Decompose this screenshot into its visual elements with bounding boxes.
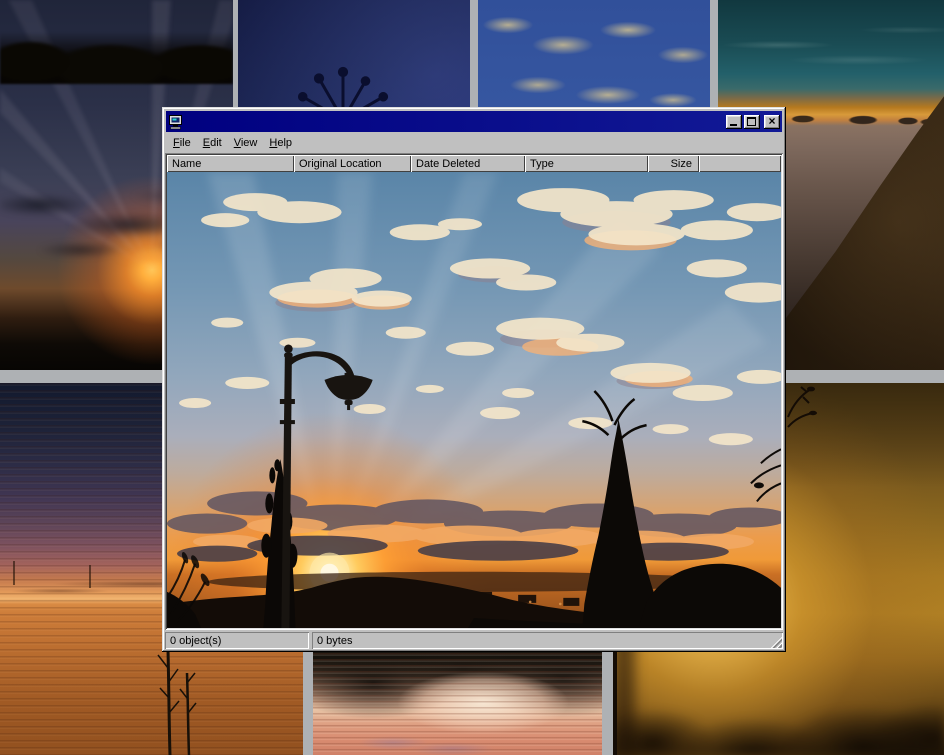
status-bar: 0 object(s) 0 bytes <box>165 632 783 649</box>
minimize-icon <box>730 124 737 126</box>
computer-icon[interactable] <box>168 114 184 130</box>
status-objects: 0 object(s) <box>165 632 309 649</box>
menu-file[interactable]: File <box>167 135 197 151</box>
column-header-date-deleted[interactable]: Date Deleted <box>411 155 525 172</box>
status-size-text: 0 bytes <box>317 635 352 647</box>
list-view-area[interactable] <box>167 172 781 628</box>
menu-view[interactable]: View <box>228 135 264 151</box>
column-header-type[interactable]: Type <box>525 155 648 172</box>
recycle-bin-window: × File Edit View Help Name Original Loca… <box>162 107 786 652</box>
column-header-original-location[interactable]: Original Location <box>294 155 411 172</box>
column-header-filler <box>699 155 781 172</box>
close-icon: × <box>764 115 780 129</box>
column-header-row: Name Original Location Date Deleted Type… <box>167 155 781 172</box>
desktop-background: × File Edit View Help Name Original Loca… <box>0 0 944 755</box>
maximize-icon <box>747 117 756 126</box>
tree-silhouettes-overlay <box>0 0 233 84</box>
menu-help[interactable]: Help <box>263 135 298 151</box>
resize-grip[interactable] <box>770 636 782 648</box>
column-header-name[interactable]: Name <box>167 155 294 172</box>
close-button[interactable]: × <box>764 115 780 129</box>
list-view-client: Name Original Location Date Deleted Type… <box>165 153 783 630</box>
menu-bar: File Edit View Help <box>165 133 783 152</box>
window-titlebar[interactable]: × <box>166 111 782 132</box>
status-objects-text: 0 object(s) <box>170 635 221 647</box>
column-header-size[interactable]: Size <box>648 155 699 172</box>
sunset-lamp-photo <box>167 172 781 628</box>
menu-edit[interactable]: Edit <box>197 135 228 151</box>
maximize-button[interactable] <box>744 115 760 129</box>
minimize-button[interactable] <box>726 115 742 129</box>
status-size: 0 bytes <box>312 632 783 649</box>
